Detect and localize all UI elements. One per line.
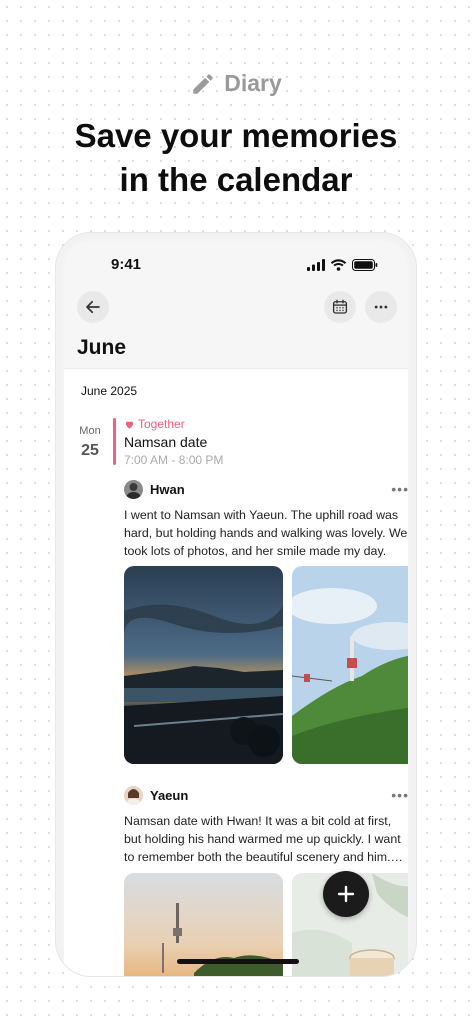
day-column: Mon 25 [72,425,108,460]
entry-header: Yaeun ••• [124,784,408,806]
event-time: 7:00 AM - 8:00 PM [124,453,224,467]
plus-icon [337,885,355,903]
battery-icon [352,259,378,271]
feature-tag: Diary [0,70,472,97]
entry-header: Hwan ••• [124,478,408,500]
calendar-button[interactable] [324,291,356,323]
author-name: Yaeun [150,787,189,803]
status-time: 9:41 [111,256,142,273]
day-name: Mon [79,425,101,437]
headline-line-1: Save your memories [74,117,398,154]
more-button[interactable] [365,291,397,323]
app-screen: 9:41 June June 2025 Mon 25 Together Nams… [64,241,408,976]
entry-more-button[interactable]: ••• [391,787,408,803]
page-title: June [77,336,127,359]
day-number: 25 [81,442,99,459]
diary-entry: Yaeun ••• Namsan date with Hwan! It was … [124,784,408,866]
entry-photo[interactable] [124,566,283,764]
back-button[interactable] [77,291,109,323]
wifi-icon [330,259,347,271]
diary-entry: Hwan ••• I went to Namsan with Yaeun. Th… [124,478,408,560]
pencil-icon [193,73,213,94]
month-label: June 2025 [81,384,138,398]
status-icons [307,259,378,271]
phone-frame: 9:41 June June 2025 Mon 25 Together Nams… [55,232,417,977]
event-color-bar [113,418,116,465]
calendar-icon [332,299,348,314]
headline-line-2: in the calendar [119,161,353,198]
more-horizontal-icon [374,305,388,309]
arrow-left-icon [86,300,100,314]
entry-photo[interactable] [292,566,408,764]
entry-more-button[interactable]: ••• [391,481,408,497]
signal-icon [307,259,325,271]
add-entry-button[interactable] [323,871,369,917]
promo-headline: Save your memories in the calendar [0,114,472,202]
event-tag: Together [124,417,223,431]
entry-text: Namsan date with Hwan! It was a bit cold… [124,814,401,864]
event-tag-label: Together [138,417,185,431]
author-name: Hwan [150,481,185,497]
home-indicator[interactable] [177,959,299,964]
entry-text: I went to Namsan with Yaeun. The uphill … [124,508,408,558]
app-header: 9:41 June [64,241,408,369]
event-title: Namsan date [124,434,208,450]
event-item[interactable]: Together Namsan date 7:00 AM - 8:00 PM [124,417,223,467]
avatar[interactable] [124,479,143,499]
avatar[interactable] [124,785,143,805]
feature-tag-label: Diary [224,70,282,96]
heart-icon [125,421,134,429]
